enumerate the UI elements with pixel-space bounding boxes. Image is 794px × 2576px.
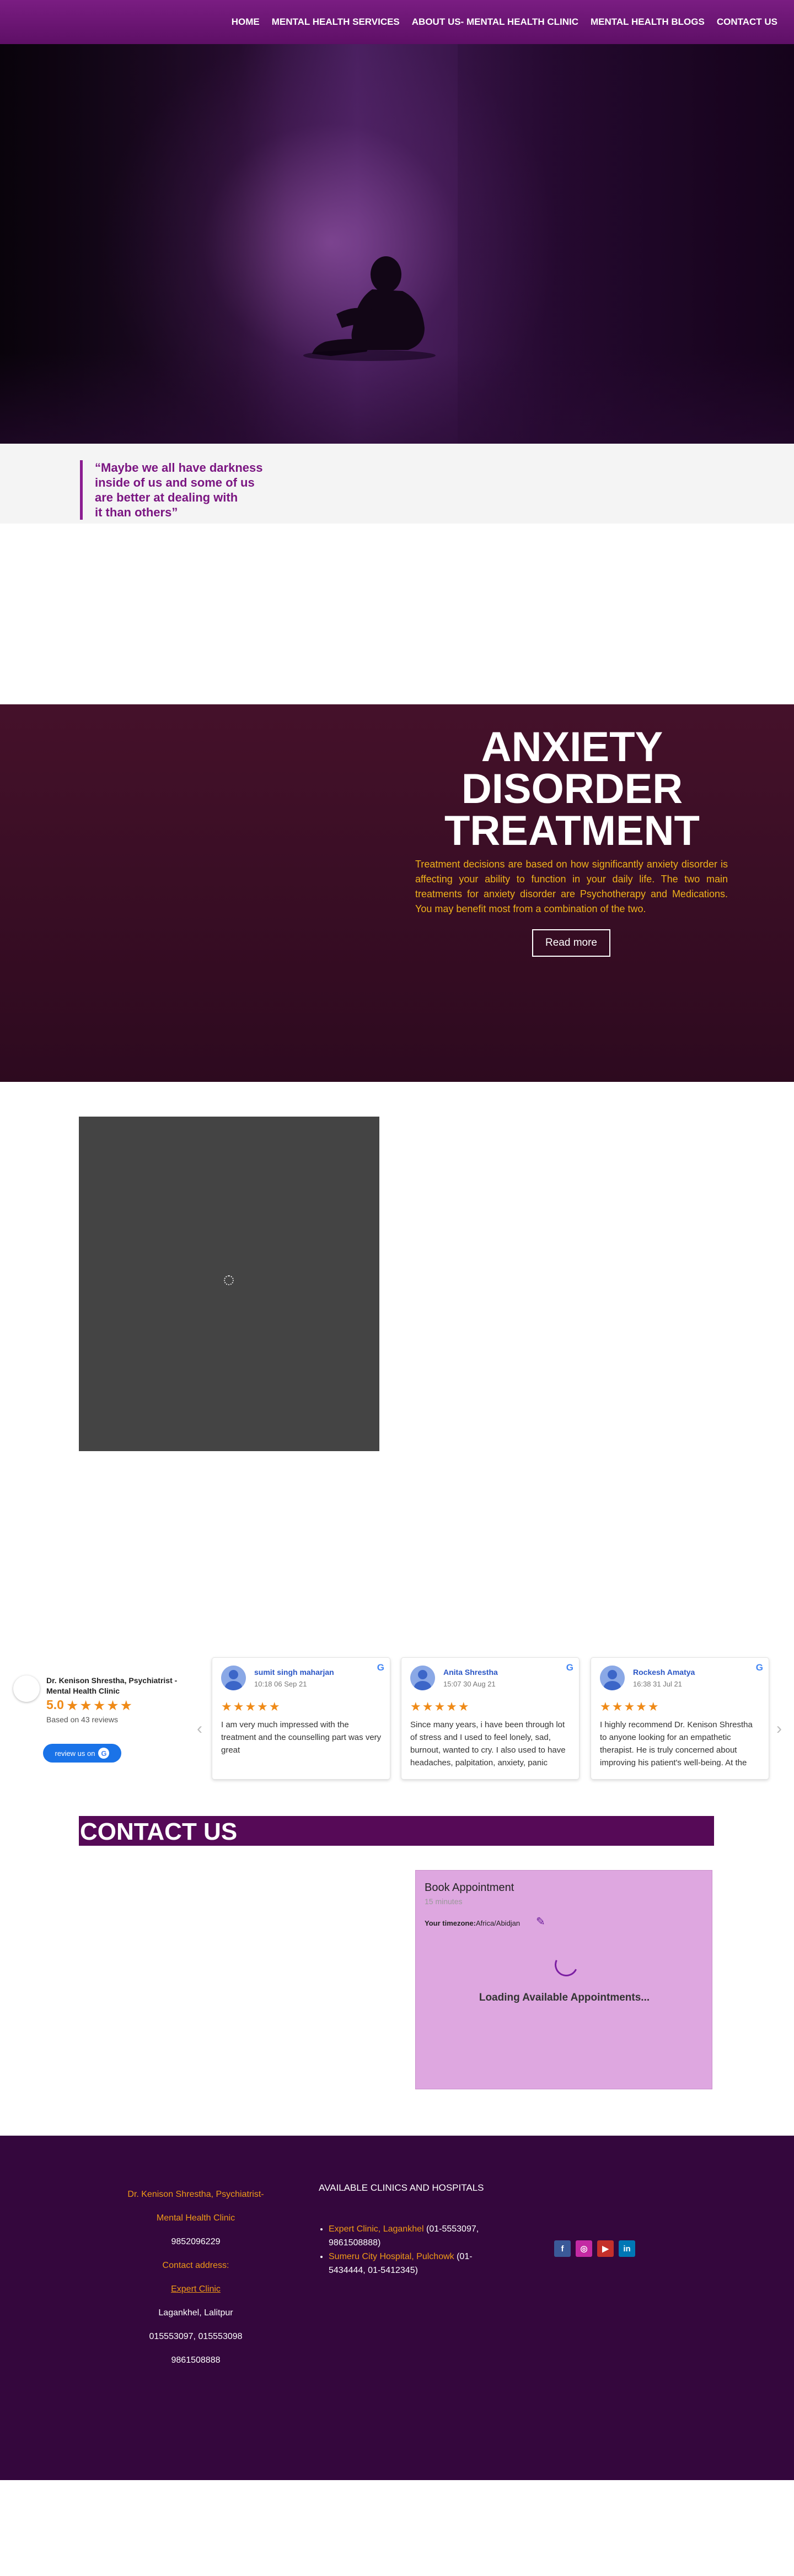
- review-date: 10:18 06 Sep 21: [254, 1680, 307, 1688]
- clinic-list: Expert Clinic, Lagankhel (01-5553097, 98…: [319, 2222, 501, 2277]
- loading-spinner-icon: [224, 1275, 234, 1285]
- google-logo-icon: G: [566, 1662, 573, 1673]
- anxiety-title-line: ANXIETY: [481, 724, 663, 770]
- review-card: sumit singh maharjan 10:18 06 Sep 21 G ★…: [212, 1657, 390, 1780]
- quote-line: “Maybe we all have darkness: [95, 461, 263, 475]
- footer-clinics: AVAILABLE CLINICS AND HOSPITALS Expert C…: [319, 2182, 501, 2277]
- reviewer-name[interactable]: Anita Shrestha: [443, 1668, 498, 1677]
- anxiety-description: Treatment decisions are based on how sig…: [415, 859, 728, 914]
- quote-section: “Maybe we all have darkness inside of us…: [0, 444, 794, 524]
- loading-appointments-text: Loading Available Appointments...: [479, 1992, 650, 2003]
- quote-line: it than others”: [95, 505, 178, 519]
- google-logo-icon: G: [755, 1662, 763, 1673]
- rating-stars-icon: ★★★★★: [66, 1698, 134, 1713]
- review-stars-icon: ★★★★★: [221, 1700, 281, 1713]
- prev-review-arrow-icon[interactable]: ‹: [197, 1720, 202, 1738]
- facebook-icon[interactable]: f: [554, 2240, 571, 2257]
- anxiety-title: ANXIETY DISORDER TREATMENT: [408, 726, 736, 852]
- anxiety-title-line: TREATMENT: [444, 807, 700, 854]
- clinic-list-item: Sumeru City Hospital, Pulchowk (01-54344…: [329, 2250, 501, 2277]
- google-icon: G: [98, 1748, 110, 1759]
- quote-text: “Maybe we all have darkness inside of us…: [80, 460, 323, 520]
- footer-expert-clinic-link[interactable]: Expert Clinic: [171, 2284, 221, 2294]
- timezone-display: Your timezone:Africa/Abidjan: [425, 1919, 520, 1927]
- linkedin-icon[interactable]: in: [619, 2240, 635, 2257]
- footer-contact-info: Dr. Kenison Shrestha, Psychiatrist- Ment…: [94, 2182, 298, 2372]
- reviewer-avatar: [221, 1666, 246, 1690]
- review-us-label: review us on: [55, 1749, 95, 1758]
- instagram-icon[interactable]: ◎: [576, 2240, 592, 2257]
- footer-contact-address-label: Contact address:: [162, 2261, 229, 2270]
- google-logo-icon: G: [377, 1662, 384, 1673]
- nav-about-us[interactable]: ABOUT US- MENTAL HEALTH CLINIC: [412, 17, 578, 28]
- reviewer-avatar: [410, 1666, 435, 1690]
- review-text: Since many years, i have been through lo…: [410, 1720, 566, 1767]
- review-date: 16:38 31 Jul 21: [633, 1680, 682, 1688]
- footer-phone: 9861508888: [171, 2356, 221, 2365]
- reviewer-name[interactable]: sumit singh maharjan: [254, 1668, 334, 1677]
- timezone-value: Africa/Abidjan: [475, 1919, 521, 1927]
- rating-value: 5.0: [46, 1697, 64, 1712]
- business-name: Dr. Kenison Shrestha, Psychiatrist - Men…: [46, 1676, 178, 1695]
- appointment-duration: 15 minutes: [425, 1897, 463, 1906]
- clinic-link[interactable]: Expert Clinic, Lagankhel: [329, 2224, 424, 2234]
- footer-clinic-name: Mental Health Clinic: [156, 2213, 235, 2223]
- nav-contact-us[interactable]: CONTACT US: [717, 17, 777, 28]
- contact-us-title: CONTACT US: [80, 1818, 238, 1845]
- review-us-button[interactable]: review us on G: [43, 1744, 121, 1763]
- social-links: f ◎ ▶ in: [554, 2240, 635, 2257]
- quote-line: inside of us and some of us: [95, 476, 255, 489]
- review-card: Anita Shrestha 15:07 30 Aug 21 G ★★★★★ S…: [401, 1657, 580, 1780]
- book-appointment-title: Book Appointment: [425, 1882, 514, 1894]
- review-card: Rockesh Amatya 16:38 31 Jul 21 G ★★★★★ I…: [591, 1657, 769, 1780]
- reviewer-avatar: [600, 1666, 625, 1690]
- footer-location: Lagankhel, Lalitpur: [158, 2308, 233, 2318]
- footer-phone: 9852096229: [171, 2237, 221, 2246]
- read-more-button[interactable]: Read more: [532, 929, 610, 957]
- footer-clinics-heading: AVAILABLE CLINICS AND HOSPITALS: [319, 2182, 484, 2193]
- youtube-icon[interactable]: ▶: [597, 2240, 614, 2257]
- review-count: Based on 43 reviews: [46, 1715, 118, 1724]
- footer-clinic-name: Dr. Kenison Shrestha, Psychiatrist-: [127, 2190, 264, 2199]
- review-text: I am very much impressed with the treatm…: [221, 1720, 382, 1755]
- review-stars-icon: ★★★★★: [600, 1700, 660, 1713]
- footer-phones: 015553097, 015553098: [149, 2332, 243, 2341]
- review-date: 15:07 30 Aug 21: [443, 1680, 496, 1688]
- video-player[interactable]: [79, 1117, 379, 1451]
- hero-image: [0, 44, 794, 444]
- footer: Dr. Kenison Shrestha, Psychiatrist- Ment…: [0, 2136, 794, 2480]
- sitting-person-silhouette: [303, 256, 436, 361]
- nav-mental-health-services[interactable]: MENTAL HEALTH SERVICES: [272, 17, 400, 28]
- edit-timezone-icon[interactable]: ✎: [536, 1915, 545, 1928]
- review-text: I highly recommend Dr. Kenison Shrestha …: [600, 1720, 753, 1767]
- reviews-summary: Dr. Kenison Shrestha, Psychiatrist - Men…: [11, 1670, 193, 1763]
- top-navigation: HOME MENTAL HEALTH SERVICES ABOUT US- ME…: [0, 0, 794, 44]
- quote-line: are better at dealing with: [95, 491, 238, 504]
- review-stars-icon: ★★★★★: [410, 1700, 470, 1713]
- nav-home[interactable]: HOME: [232, 17, 260, 28]
- contact-us-heading-bar: CONTACT US: [79, 1816, 714, 1846]
- anxiety-treatment-section: ANXIETY DISORDER TREATMENT Treatment dec…: [0, 704, 794, 1082]
- nav-blogs[interactable]: MENTAL HEALTH BLOGS: [591, 17, 705, 28]
- loading-spinner-icon: [551, 1950, 581, 1980]
- clinic-link[interactable]: Sumeru City Hospital, Pulchowk: [329, 2252, 454, 2261]
- reviewer-name[interactable]: Rockesh Amatya: [633, 1668, 695, 1677]
- clinic-list-item: Expert Clinic, Lagankhel (01-5553097, 98…: [329, 2222, 501, 2250]
- business-avatar: [13, 1675, 40, 1702]
- timezone-label: Your timezone:: [425, 1919, 476, 1927]
- anxiety-title-line: DISORDER: [461, 766, 683, 812]
- book-appointment-widget: Book Appointment 15 minutes Your timezon…: [415, 1870, 712, 2089]
- next-review-arrow-icon[interactable]: ›: [776, 1720, 782, 1738]
